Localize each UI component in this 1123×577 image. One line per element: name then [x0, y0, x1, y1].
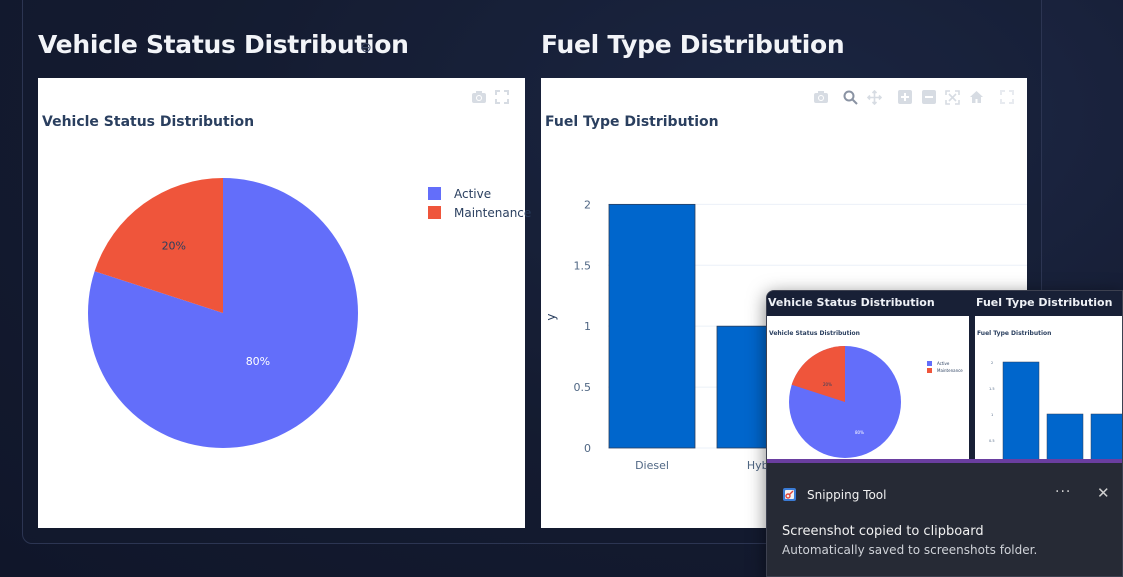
y-tick-label: 0: [584, 442, 591, 455]
pie-chart: 80% 20%: [87, 178, 358, 448]
thumb-y-tick-2: 2: [991, 361, 993, 365]
thumb-legend-label-maintenance: Maintenance: [937, 368, 963, 373]
bar-diesel[interactable]: [608, 203, 696, 449]
thumb-bottom-strip: [767, 459, 1122, 463]
legend-swatch-maintenance: [428, 206, 441, 219]
thumb-y-tick-1: 1: [991, 413, 993, 417]
toast-message: Screenshot copied to clipboard: [782, 524, 984, 539]
snipping-tool-notification[interactable]: Vehicle Status Distribution Fuel Type Di…: [766, 290, 1123, 577]
legend-label-active: Active: [454, 186, 492, 201]
thumb-legend-swatch-active: [927, 361, 932, 366]
thumb-pie-label-80: 80%: [855, 430, 864, 435]
toast-detail: Automatically saved to screenshots folde…: [782, 543, 1038, 557]
thumb-y-tick-0-5: 0.5: [989, 439, 995, 443]
thumb-pie-card: Vehicle Status Distribution 20% 80% Acti…: [767, 316, 969, 461]
y-tick-label: 2: [584, 198, 591, 211]
vehicle-status-heading: Vehicle Status Distribution: [38, 30, 409, 59]
thumb-bar-card: Fuel Type Distribution 2 1.5 1 0.5: [975, 316, 1122, 461]
thumb-legend-swatch-maintenance: [927, 368, 932, 373]
y-tick-label: 0.5: [574, 381, 592, 394]
toast-app-name: Snipping Tool: [807, 488, 887, 502]
thumb-legend-label-active: Active: [937, 361, 950, 366]
snipping-tool-icon: [783, 488, 796, 501]
thumb-legend-maintenance: Maintenance: [927, 367, 963, 374]
thumb-y-tick-1-5: 1.5: [989, 387, 995, 391]
y-axis-label: y: [544, 313, 558, 320]
thumb-bar-3: [1090, 413, 1122, 461]
thumb-pie: 20% 80%: [789, 346, 901, 458]
thumb-legend-active: Active: [927, 360, 963, 367]
thumb-bars: 2 1.5 1 0.5: [989, 361, 1122, 461]
pie-label-active: 80%: [246, 355, 270, 368]
thumb-legend: Active Maintenance: [927, 360, 963, 374]
legend-label-maintenance: Maintenance: [454, 205, 532, 220]
thumb-right-title: Fuel Type Distribution: [976, 296, 1113, 309]
anchor-link-icon[interactable]: ⊖: [360, 40, 372, 56]
thumb-left-title: Vehicle Status Distribution: [768, 296, 935, 309]
thumb-pie-label-20: 20%: [823, 382, 832, 387]
thumb-bar-diesel: [1002, 361, 1040, 461]
pie-legend: Active Maintenance: [428, 184, 531, 222]
y-tick-label: 1.5: [574, 259, 592, 272]
legend-item-maintenance[interactable]: Maintenance: [428, 203, 531, 222]
legend-swatch-active: [428, 187, 441, 200]
x-tick-label: Diesel: [635, 459, 669, 472]
pie-label-maintenance: 20%: [162, 239, 186, 252]
screenshot-thumbnail[interactable]: Vehicle Status Distribution Fuel Type Di…: [767, 291, 1122, 463]
more-options-icon[interactable]: ···: [1055, 484, 1071, 500]
y-tick-label: 1: [584, 320, 591, 333]
fuel-type-heading: Fuel Type Distribution: [541, 30, 845, 59]
legend-item-active[interactable]: Active: [428, 184, 531, 203]
thumb-bar-2: [1046, 413, 1084, 461]
close-icon[interactable]: ✕: [1097, 484, 1110, 502]
pie-chart-card: Vehicle Status Distribution 80% 20% Activ…: [38, 78, 531, 528]
